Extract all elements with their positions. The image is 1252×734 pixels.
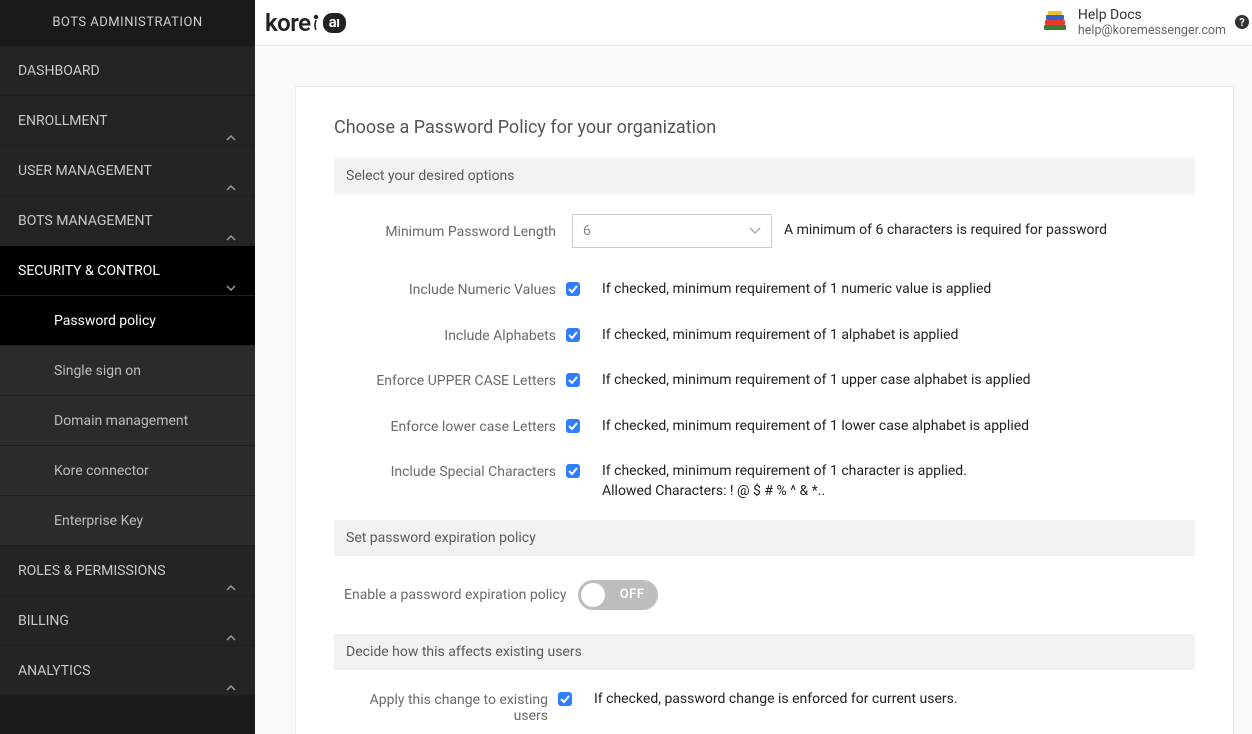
- row-include-special-chars: Include Special Characters If checked, m…: [334, 454, 1195, 519]
- expiration-label: Enable a password expiration policy: [344, 587, 566, 603]
- nav-enrollment[interactable]: ENROLLMENT: [0, 96, 255, 146]
- help-docs-link[interactable]: Help Docs help@koremessenger.com: [1042, 7, 1226, 39]
- nav-sub-enterprise-key[interactable]: Enterprise Key: [0, 496, 255, 546]
- nav-label: ROLES & PERMISSIONS: [18, 563, 166, 579]
- opt-checkbox[interactable]: [564, 417, 582, 433]
- opt-label: Include Alphabets: [334, 326, 564, 344]
- section-options-header: Select your desired options: [334, 158, 1195, 194]
- min-length-select[interactable]: 6: [572, 214, 772, 248]
- min-length-label: Minimum Password Length: [334, 222, 564, 240]
- nav-label: USER MANAGEMENT: [18, 163, 152, 179]
- expiration-toggle[interactable]: OFF: [578, 580, 658, 610]
- chevron-up-icon: [225, 165, 237, 177]
- help-title: Help Docs: [1078, 7, 1226, 24]
- opt-label: Enforce lower case Letters: [334, 417, 564, 435]
- help-icon[interactable]: ?: [1234, 14, 1250, 30]
- opt-desc: If checked, minimum requirement of 1 upp…: [582, 371, 1195, 391]
- nav-sub-domain-management[interactable]: Domain management: [0, 396, 255, 446]
- apply-checkbox[interactable]: [556, 690, 574, 706]
- nav-sub-label: Kore connector: [54, 463, 149, 479]
- nav-sub-password-policy[interactable]: Password policy: [0, 296, 255, 346]
- password-policy-card: Choose a Password Policy for your organi…: [295, 86, 1234, 734]
- checkbox-checked-icon: [566, 419, 580, 433]
- logo-text-kore: kore: [265, 9, 311, 37]
- help-email: help@koremessenger.com: [1078, 23, 1226, 38]
- row-expiration-toggle: Enable a password expiration policy OFF: [334, 568, 1195, 634]
- nav-security-control[interactable]: SECURITY & CONTROL: [0, 246, 255, 296]
- logo: kore aı: [265, 9, 346, 37]
- books-icon: [1042, 11, 1068, 33]
- nav-roles-permissions[interactable]: ROLES & PERMISSIONS: [0, 546, 255, 596]
- nav-dashboard[interactable]: DASHBOARD: [0, 46, 255, 96]
- section-expiration-header: Set password expiration policy: [334, 520, 1195, 556]
- nav-sub-kore-connector[interactable]: Kore connector: [0, 446, 255, 496]
- toggle-knob: [581, 583, 605, 607]
- chevron-up-icon: [225, 615, 237, 627]
- chevron-up-icon: [225, 565, 237, 577]
- checkbox-checked-icon: [558, 692, 572, 706]
- row-include-alphabets: Include Alphabets If checked, minimum re…: [334, 318, 1195, 364]
- sidebar-title: BOTS ADMINISTRATION: [0, 0, 255, 46]
- row-enforce-lowercase: Enforce lower case Letters If checked, m…: [334, 409, 1195, 455]
- nav-label: SECURITY & CONTROL: [18, 263, 160, 279]
- nav-label: ANALYTICS: [18, 663, 90, 679]
- opt-label: Include Special Characters: [334, 462, 564, 480]
- dropdown-icon: [749, 227, 761, 235]
- min-length-value: 6: [583, 223, 591, 239]
- logo-text-ai: aı: [323, 13, 346, 33]
- nav-analytics[interactable]: ANALYTICS: [0, 646, 255, 696]
- opt-desc: If checked, minimum requirement of 1 num…: [582, 280, 1195, 300]
- checkbox-checked-icon: [566, 373, 580, 387]
- topbar: kore aı Help Docs help@koremessenger.com…: [255, 0, 1252, 46]
- opt-checkbox[interactable]: [564, 371, 582, 387]
- nav-label: DASHBOARD: [18, 63, 100, 79]
- nav-billing[interactable]: BILLING: [0, 596, 255, 646]
- row-include-numeric: Include Numeric Values If checked, minim…: [334, 272, 1195, 318]
- opt-desc: If checked, minimum requirement of 1 cha…: [582, 462, 1195, 501]
- opt-checkbox[interactable]: [564, 326, 582, 342]
- nav-sub-label: Single sign on: [54, 363, 141, 379]
- row-apply-existing-users: Apply this change to existing users If c…: [334, 682, 1195, 734]
- nav-sub-label: Domain management: [54, 413, 188, 429]
- help-text: Help Docs help@koremessenger.com: [1078, 7, 1226, 39]
- nav-label: ENROLLMENT: [18, 113, 108, 129]
- opt-checkbox[interactable]: [564, 280, 582, 296]
- checkbox-checked-icon: [566, 464, 580, 478]
- page-heading: Choose a Password Policy for your organi…: [334, 117, 1195, 138]
- opt-label: Include Numeric Values: [334, 280, 564, 298]
- nav-bots-management[interactable]: BOTS MANAGEMENT: [0, 196, 255, 246]
- nav-sub-label: Password policy: [54, 313, 156, 329]
- chevron-down-icon: [225, 265, 237, 277]
- opt-checkbox[interactable]: [564, 462, 582, 478]
- svg-text:?: ?: [1239, 16, 1245, 29]
- chevron-up-icon: [225, 215, 237, 227]
- nav-user-management[interactable]: USER MANAGEMENT: [0, 146, 255, 196]
- section-existing-users-header: Decide how this affects existing users: [334, 634, 1195, 670]
- apply-desc: If checked, password change is enforced …: [574, 690, 1195, 710]
- chevron-up-icon: [225, 665, 237, 677]
- apply-label: Apply this change to existing users: [334, 690, 556, 724]
- min-length-desc: A minimum of 6 characters is required fo…: [772, 221, 1195, 241]
- opt-desc: If checked, minimum requirement of 1 alp…: [582, 326, 1195, 346]
- row-enforce-uppercase: Enforce UPPER CASE Letters If checked, m…: [334, 363, 1195, 409]
- checkbox-checked-icon: [566, 282, 580, 296]
- logo-dot-icon: [313, 14, 319, 32]
- nav-label: BILLING: [18, 613, 69, 629]
- chevron-up-icon: [225, 115, 237, 127]
- opt-desc: If checked, minimum requirement of 1 low…: [582, 417, 1195, 437]
- opt-label: Enforce UPPER CASE Letters: [334, 371, 564, 389]
- row-min-password-length: Minimum Password Length 6 A minimum of 6…: [334, 206, 1195, 272]
- checkbox-checked-icon: [566, 328, 580, 342]
- nav-label: BOTS MANAGEMENT: [18, 213, 153, 229]
- sidebar: BOTS ADMINISTRATION DASHBOARD ENROLLMENT…: [0, 0, 255, 734]
- nav-sub-single-sign-on[interactable]: Single sign on: [0, 346, 255, 396]
- main-content: Choose a Password Policy for your organi…: [255, 46, 1252, 734]
- toggle-state: OFF: [620, 587, 645, 602]
- nav-sub-label: Enterprise Key: [54, 513, 143, 529]
